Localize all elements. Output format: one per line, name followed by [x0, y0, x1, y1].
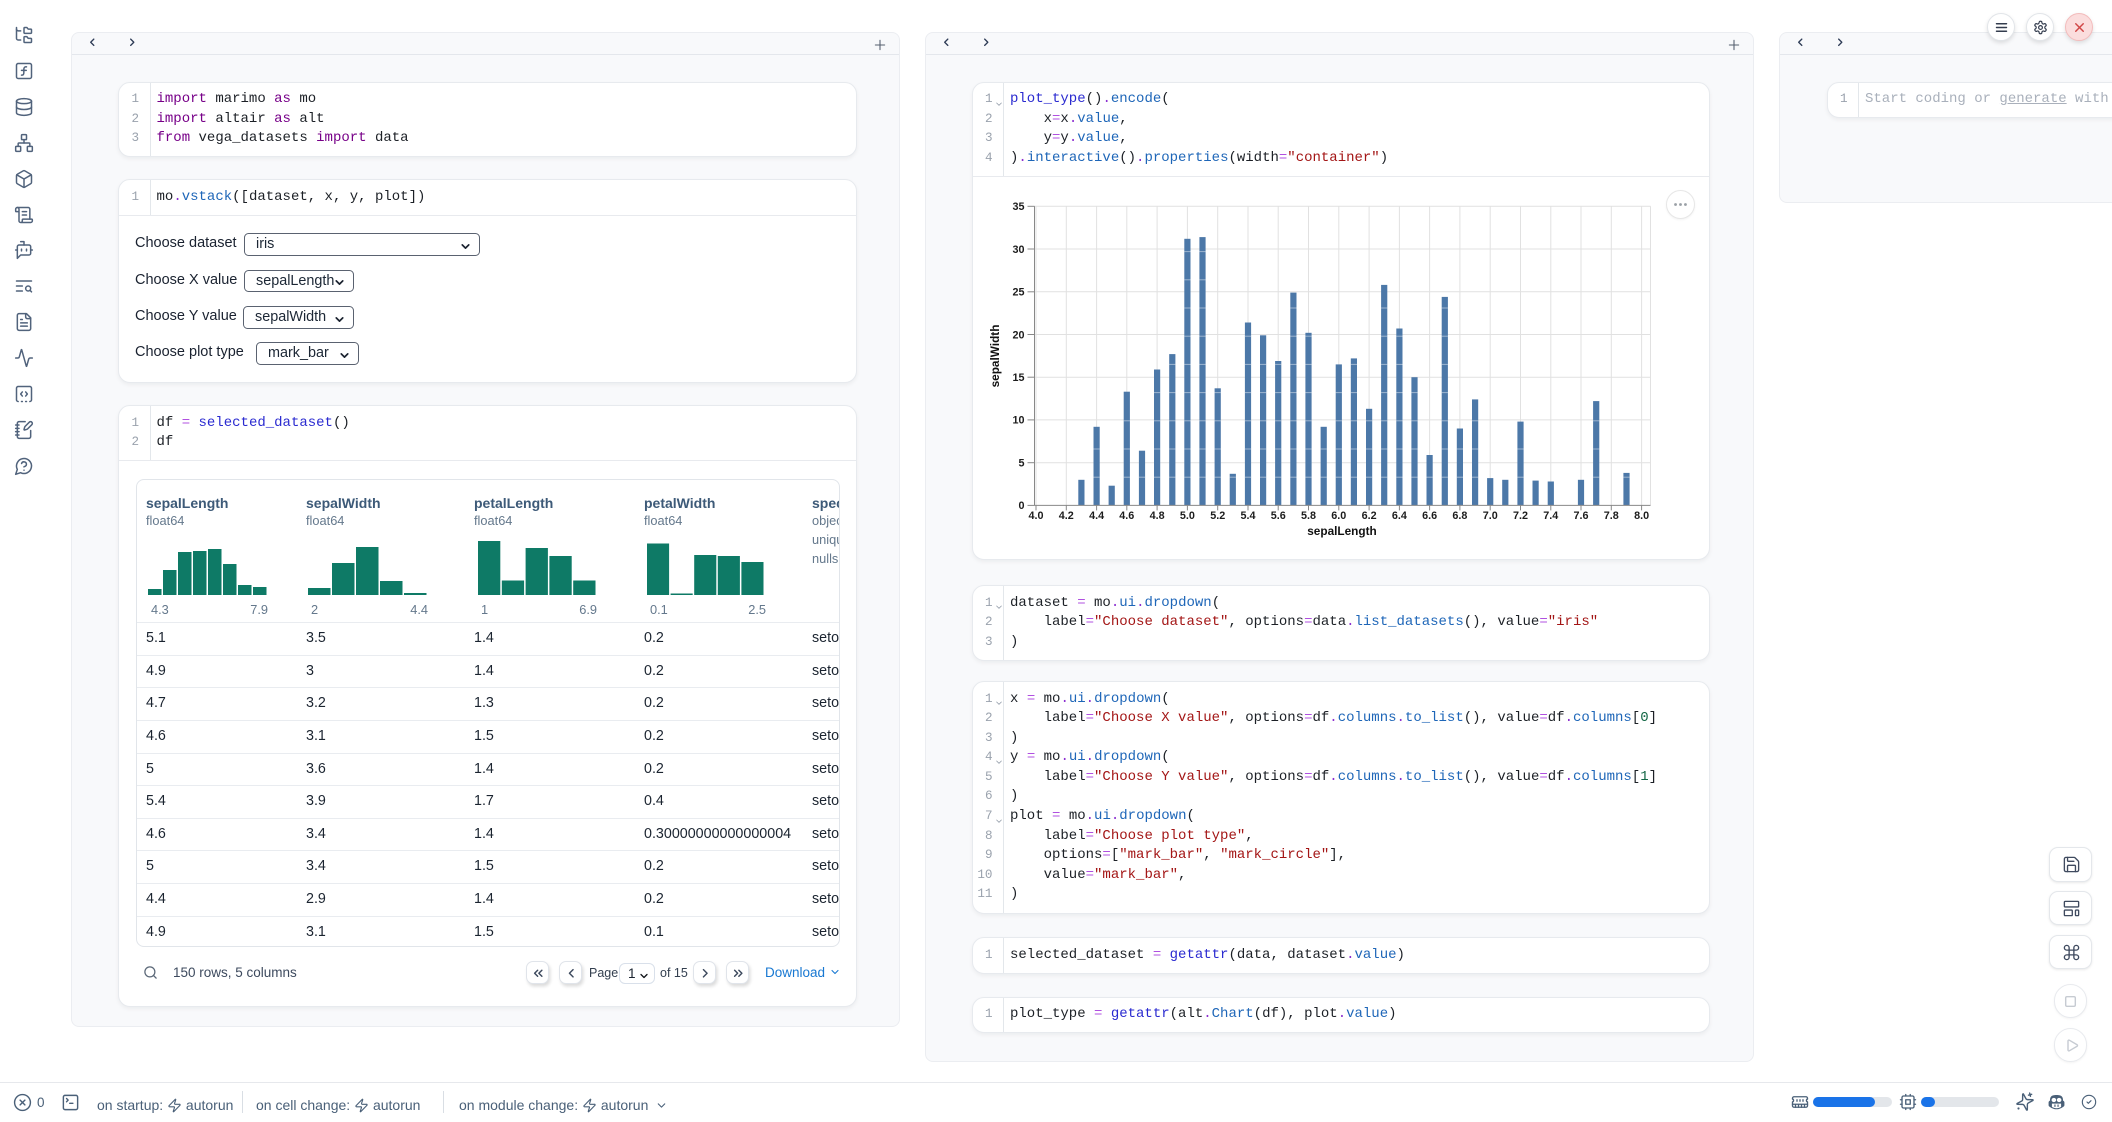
svg-text:7.6: 7.6: [1573, 510, 1588, 522]
svg-text:20: 20: [1012, 329, 1024, 341]
svg-text:6.2: 6.2: [1361, 510, 1376, 522]
svg-text:5.2: 5.2: [1210, 510, 1225, 522]
svg-text:6.6: 6.6: [1422, 510, 1437, 522]
svg-text:10: 10: [1012, 415, 1024, 427]
svg-text:15: 15: [1012, 372, 1024, 384]
svg-text:4.0: 4.0: [1028, 510, 1043, 522]
svg-text:7.8: 7.8: [1603, 510, 1618, 522]
svg-text:8.0: 8.0: [1634, 510, 1649, 522]
svg-text:sepalWidth: sepalWidth: [988, 324, 1002, 387]
svg-text:0: 0: [1018, 500, 1024, 512]
svg-text:7.0: 7.0: [1482, 510, 1497, 522]
svg-text:7.2: 7.2: [1512, 510, 1527, 522]
svg-text:sepalLength: sepalLength: [1307, 524, 1376, 538]
svg-text:5.0: 5.0: [1179, 510, 1194, 522]
svg-text:5.8: 5.8: [1300, 510, 1315, 522]
svg-text:6.0: 6.0: [1331, 510, 1346, 522]
svg-text:7.4: 7.4: [1543, 510, 1558, 522]
svg-text:6.4: 6.4: [1391, 510, 1406, 522]
svg-text:5.6: 5.6: [1270, 510, 1285, 522]
svg-text:25: 25: [1012, 286, 1024, 298]
svg-text:5: 5: [1018, 457, 1024, 469]
svg-text:4.2: 4.2: [1058, 510, 1073, 522]
svg-text:4.6: 4.6: [1119, 510, 1134, 522]
svg-text:35: 35: [1012, 201, 1024, 213]
svg-text:4.8: 4.8: [1149, 510, 1164, 522]
svg-text:30: 30: [1012, 244, 1024, 256]
svg-text:5.4: 5.4: [1240, 510, 1255, 522]
svg-text:6.8: 6.8: [1452, 510, 1467, 522]
svg-text:4.4: 4.4: [1089, 510, 1104, 522]
